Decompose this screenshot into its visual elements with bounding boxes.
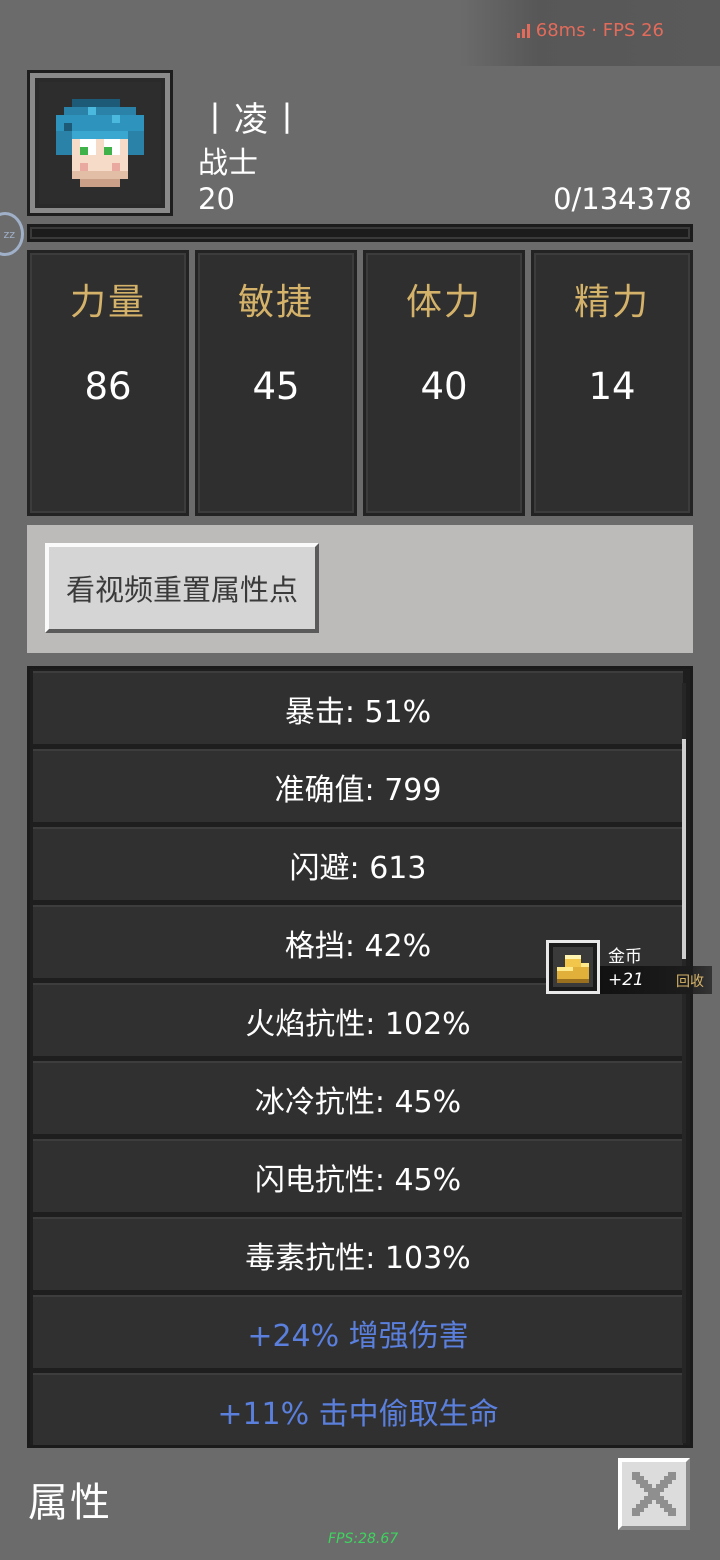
list-item: 闪避: 613 (33, 827, 683, 900)
stat-cards: 力量 86 敏捷 45 体力 40 精力 14 (27, 250, 693, 516)
list-item: 毒素抗性: 103% (33, 1217, 683, 1290)
gold-popup-title: 金币 (608, 947, 642, 967)
close-x-icon (632, 1472, 676, 1516)
gold-popup: 金币 +21 回收 (546, 940, 712, 994)
character-portrait (27, 70, 173, 216)
exp-progress-bar (27, 224, 693, 242)
stat-card-strength[interactable]: 力量 86 (27, 250, 189, 516)
stat-card-agility[interactable]: 敏捷 45 (195, 250, 357, 516)
gold-recycle-link[interactable]: 回收 (676, 971, 704, 991)
stat-name: 敏捷 (237, 282, 314, 323)
signal-bars-icon (516, 23, 530, 38)
sleep-bubble-label: zz (3, 227, 15, 241)
list-item: +24% 增强伤害 (33, 1295, 683, 1368)
fps-counter: FPS:28.67 (328, 1531, 399, 1547)
stat-name: 精力 (573, 282, 650, 323)
list-item: 闪电抗性: 45% (33, 1139, 683, 1212)
stat-card-vitality[interactable]: 体力 40 (363, 250, 525, 516)
character-level: 20 (198, 182, 235, 216)
stat-card-energy[interactable]: 精力 14 (531, 250, 693, 516)
stat-name: 力量 (69, 282, 146, 323)
reset-panel: 看视频重置属性点 (27, 525, 693, 653)
character-name: 丨凌丨 (198, 100, 306, 140)
sleep-bubble-button[interactable]: zz (0, 212, 24, 256)
reset-attributes-button[interactable]: 看视频重置属性点 (45, 543, 319, 633)
stat-value: 45 (252, 365, 300, 408)
gold-popup-amount: +21 (608, 970, 644, 990)
stat-value: 86 (84, 365, 132, 408)
character-exp: 0/134378 (553, 182, 692, 216)
attribute-list[interactable]: 暴击: 51% 准确值: 799 闪避: 613 格挡: 42% 火焰抗性: 1… (27, 666, 693, 1448)
character-avatar-icon (56, 99, 144, 187)
list-item: 准确值: 799 (33, 749, 683, 822)
character-class: 战士 (198, 146, 258, 181)
list-item: 冰冷抗性: 45% (33, 1061, 683, 1134)
list-item: +11% 击中偷取生命 (33, 1373, 683, 1445)
perf-indicator: 68ms · FPS 26 (516, 20, 664, 41)
scrollbar-thumb[interactable] (682, 739, 686, 959)
list-item: 暴击: 51% (33, 671, 683, 744)
close-button[interactable] (618, 1458, 690, 1530)
gold-coins-icon (546, 940, 600, 994)
perf-text: 68ms · FPS 26 (535, 20, 664, 41)
page-title: 属性 (28, 1480, 112, 1526)
stat-value: 40 (420, 365, 468, 408)
stat-name: 体力 (405, 282, 482, 323)
stat-value: 14 (588, 365, 636, 408)
